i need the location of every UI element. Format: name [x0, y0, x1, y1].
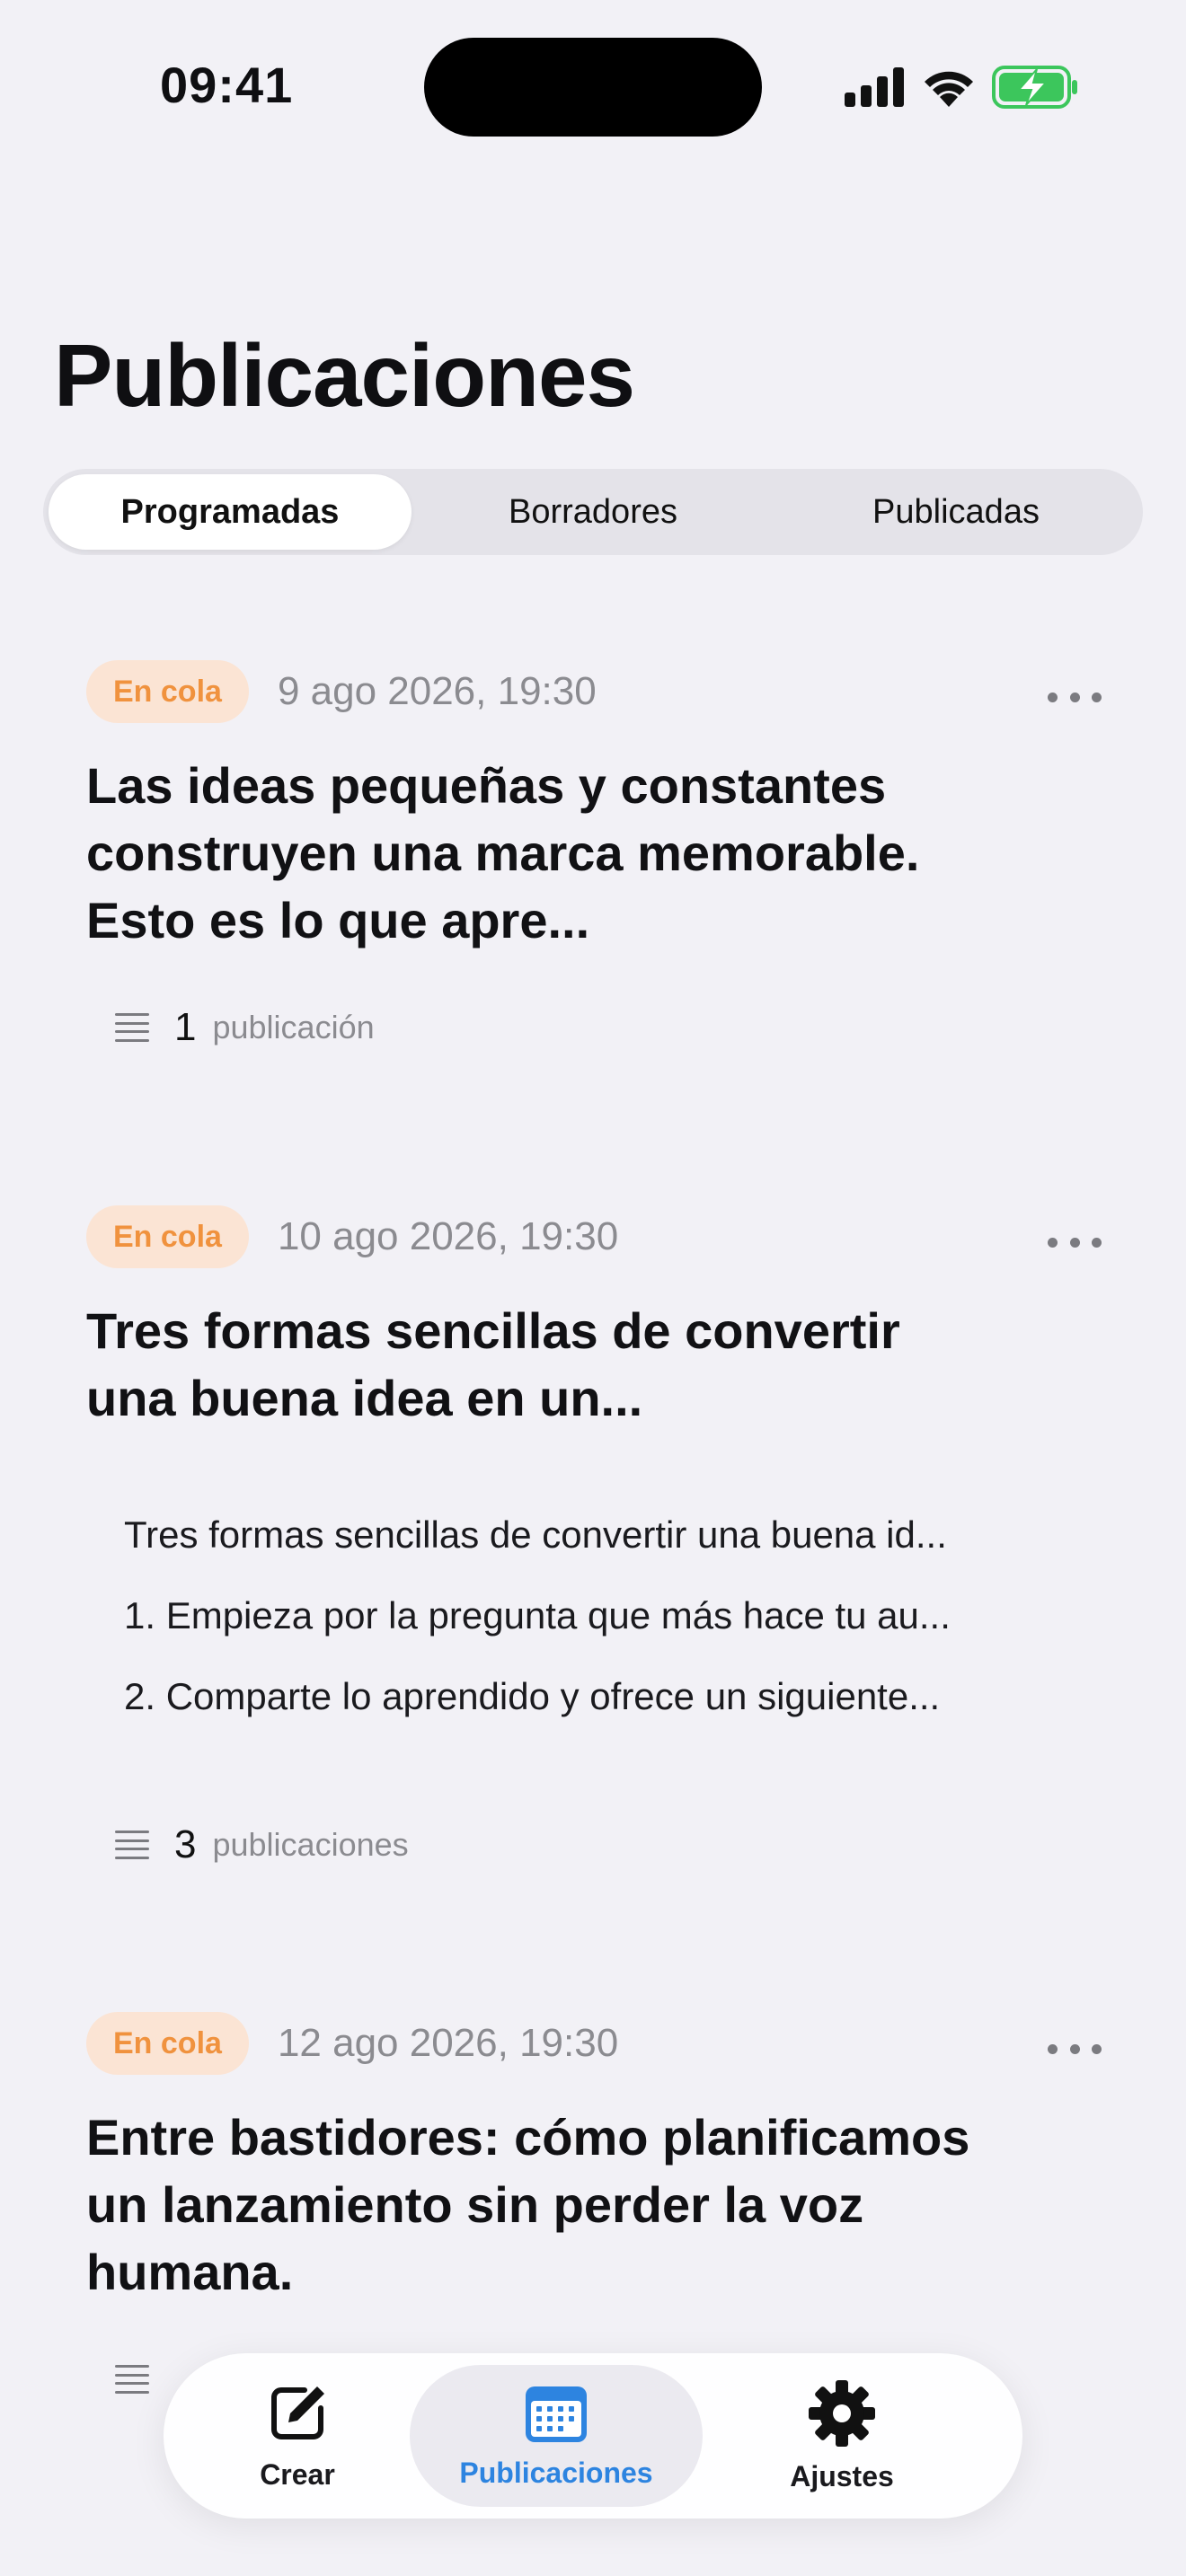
post-count: 1 publicación	[115, 1001, 1102, 1054]
post-title: Entre bastidores: cómo planificamos un l…	[86, 2109, 970, 2300]
more-dot	[1092, 692, 1102, 702]
post-preview-line: 1. Empieza por la pregunta que más hace …	[124, 1594, 951, 1636]
gear-icon	[809, 2379, 875, 2447]
more-options-button[interactable]	[1048, 2026, 1102, 2071]
text-lines-icon	[115, 2365, 149, 2394]
post-header: En cola 10 ago 2026, 19:30	[86, 1205, 1102, 1268]
tab-label: Ajustes	[790, 2459, 894, 2492]
more-dot	[1069, 692, 1080, 702]
post-header: En cola 12 ago 2026, 19:30	[86, 2012, 1102, 2075]
segmented-control: Programadas Borradores Publicadas	[43, 469, 1143, 555]
post-count-number: 1	[174, 1005, 197, 1049]
status-badge: En cola	[86, 2012, 249, 2075]
text-lines-icon	[115, 1831, 149, 1859]
more-dot	[1048, 1237, 1058, 1248]
more-options-button[interactable]	[1048, 1220, 1102, 1265]
more-dot	[1092, 1237, 1102, 1248]
battery-charging-icon	[992, 66, 1077, 109]
status-icons	[845, 65, 1078, 110]
status-bar: 09:41	[0, 0, 1186, 171]
page-title: Publicaciones	[54, 326, 635, 425]
segment-publicadas[interactable]: Publicadas	[774, 474, 1137, 550]
post-count-label: publicaciones	[212, 1826, 409, 1863]
post-date: 9 ago 2026, 19:30	[277, 669, 597, 713]
calendar-icon	[526, 2386, 587, 2442]
tab-publicaciones[interactable]: Publicaciones	[410, 2365, 703, 2507]
text-lines-icon	[115, 1013, 149, 1042]
post-count: 3 publicaciones	[115, 1818, 1102, 1872]
post-card[interactable]: En cola 12 ago 2026, 19:30 Entre bastido…	[86, 2012, 1102, 2406]
post-card[interactable]: En cola 10 ago 2026, 19:30 Tres formas s…	[86, 1205, 1102, 1872]
post-preview-line: Tres formas sencillas de convertir una b…	[124, 1513, 947, 1556]
status-badge: En cola	[86, 1205, 249, 1268]
more-dot	[1069, 2043, 1080, 2054]
post-title: Tres formas sencillas de convertir una b…	[86, 1302, 900, 1426]
post-card[interactable]: En cola 9 ago 2026, 19:30 Las ideas pequ…	[86, 660, 1102, 1054]
status-time: 09:41	[160, 57, 294, 113]
post-date: 12 ago 2026, 19:30	[277, 2021, 619, 2065]
tab-crear[interactable]: Crear	[185, 2365, 410, 2507]
more-dot	[1069, 1237, 1080, 1248]
compose-icon	[271, 2386, 324, 2439]
segment-programadas[interactable]: Programadas	[49, 474, 412, 550]
post-count-number: 3	[174, 1822, 197, 1866]
wifi-icon	[925, 71, 973, 107]
tab-label: Crear	[260, 2457, 335, 2491]
post-preview: Tres formas sencillas de convertir una b…	[124, 1495, 1102, 1737]
post-preview-line: 2. Comparte lo aprendido y ofrece un sig…	[124, 1675, 941, 1717]
cellular-signal-icon	[845, 67, 904, 107]
more-dot	[1048, 2043, 1058, 2054]
post-header: En cola 9 ago 2026, 19:30	[86, 660, 1102, 723]
tab-bar: Crear Publicaciones Ajustes	[164, 2353, 1022, 2519]
more-dot	[1092, 2043, 1102, 2054]
more-options-button[interactable]	[1048, 675, 1102, 719]
segment-borradores[interactable]: Borradores	[412, 474, 774, 550]
status-badge: En cola	[86, 660, 249, 723]
post-date: 10 ago 2026, 19:30	[277, 1214, 619, 1258]
dynamic-island	[424, 38, 762, 137]
post-count-label: publicación	[212, 1009, 375, 1045]
more-dot	[1048, 692, 1058, 702]
post-title: Las ideas pequeñas y constantes construy…	[86, 757, 920, 948]
tab-label: Publicaciones	[459, 2456, 653, 2489]
tab-ajustes[interactable]: Ajustes	[703, 2365, 981, 2507]
